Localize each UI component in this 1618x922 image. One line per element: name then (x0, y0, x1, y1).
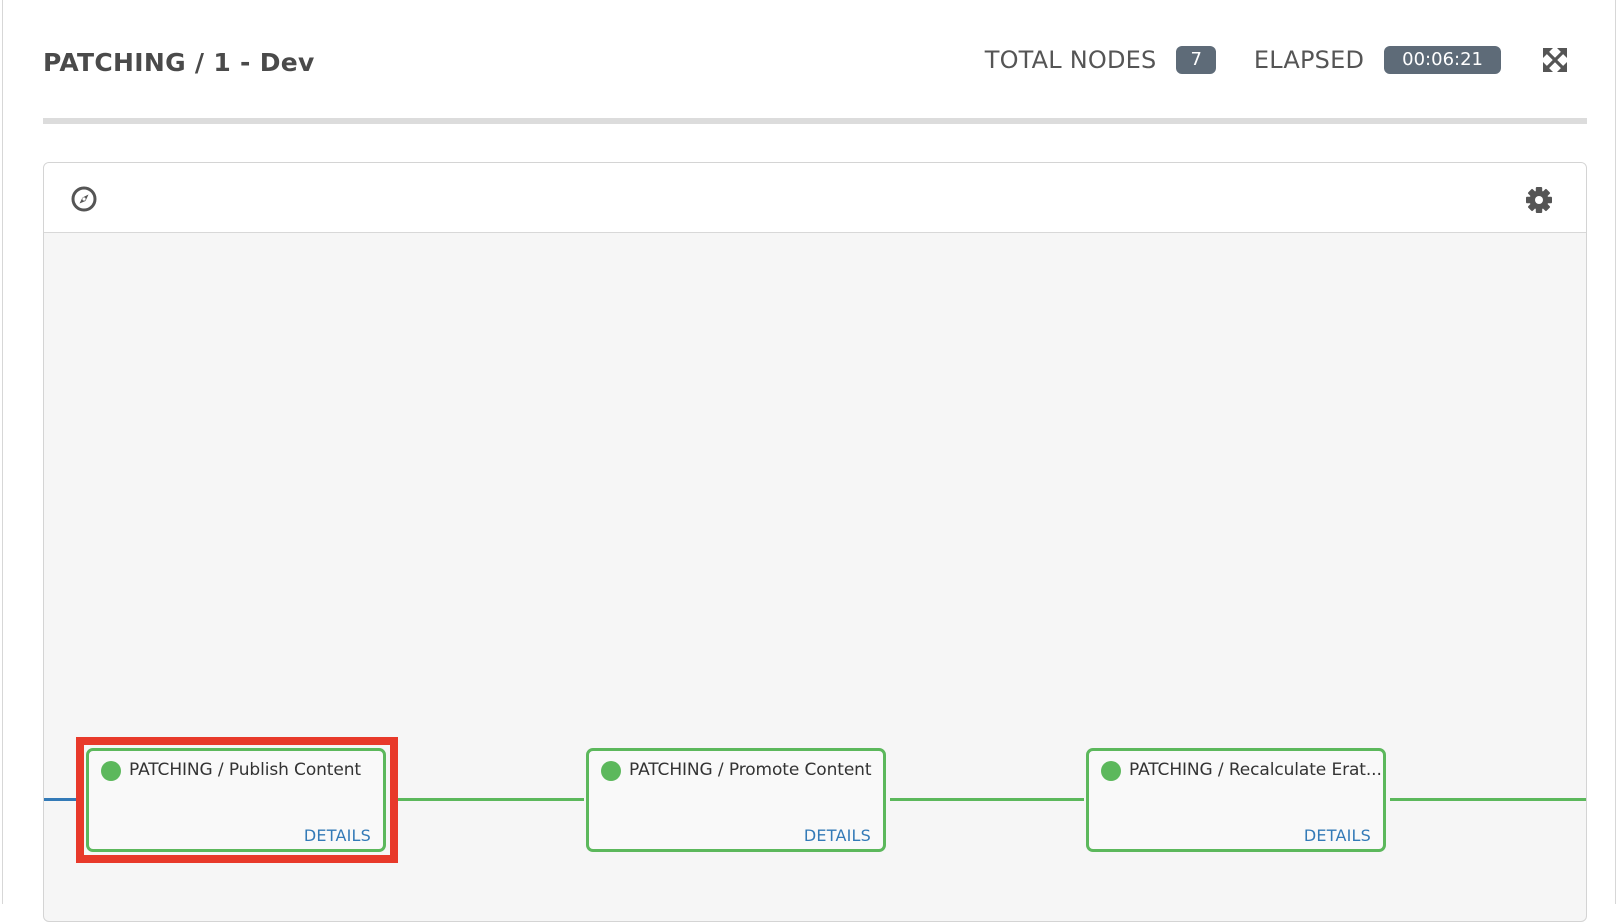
workflow-node[interactable]: PATCHING / Recalculate Erat... DETAILS (1086, 748, 1386, 852)
success-status-icon (1101, 761, 1121, 781)
workflow-header: PATCHING / 1 - Dev TOTAL NODES 7 ELAPSED… (43, 30, 1583, 94)
link-node-1-to-node-2 (390, 798, 584, 801)
workflow-stats: TOTAL NODES 7 ELAPSED 00:06:21 (985, 46, 1569, 74)
elapsed-label: ELAPSED (1253, 46, 1365, 74)
workflow-node[interactable]: PATCHING / Publish Content DETAILS (86, 748, 386, 852)
success-status-icon (101, 761, 121, 781)
link-start-to-node-1 (44, 798, 84, 801)
page-title: PATCHING / 1 - Dev (43, 48, 315, 77)
node-name: PATCHING / Recalculate Erat... (1129, 760, 1382, 780)
node-name: PATCHING / Publish Content (129, 760, 361, 780)
workflow-node[interactable]: PATCHING / Promote Content DETAILS (586, 748, 886, 852)
workflow-graph-panel: PATCHING / Publish Content DETAILS PATCH… (43, 162, 1587, 922)
total-nodes-label: TOTAL NODES (984, 46, 1157, 74)
node-name: PATCHING / Promote Content (629, 760, 872, 780)
workflow-graph-canvas[interactable]: PATCHING / Publish Content DETAILS PATCH… (44, 233, 1586, 921)
expand-arrows-icon[interactable] (1541, 46, 1569, 74)
elapsed-badge: 00:06:21 (1384, 46, 1501, 74)
header-divider (43, 118, 1587, 124)
total-nodes-badge: 7 (1176, 46, 1216, 74)
graph-toolbar (44, 163, 1586, 233)
link-node-2-to-node-3 (890, 798, 1084, 801)
node-details-link[interactable]: DETAILS (304, 826, 371, 845)
gear-icon[interactable] (1524, 185, 1554, 215)
workflow-results-page: PATCHING / 1 - Dev TOTAL NODES 7 ELAPSED… (2, 0, 1616, 922)
node-details-link[interactable]: DETAILS (1304, 826, 1371, 845)
node-details-link[interactable]: DETAILS (804, 826, 871, 845)
compass-icon[interactable] (70, 185, 98, 213)
link-node-3-onward (1390, 798, 1586, 801)
success-status-icon (601, 761, 621, 781)
